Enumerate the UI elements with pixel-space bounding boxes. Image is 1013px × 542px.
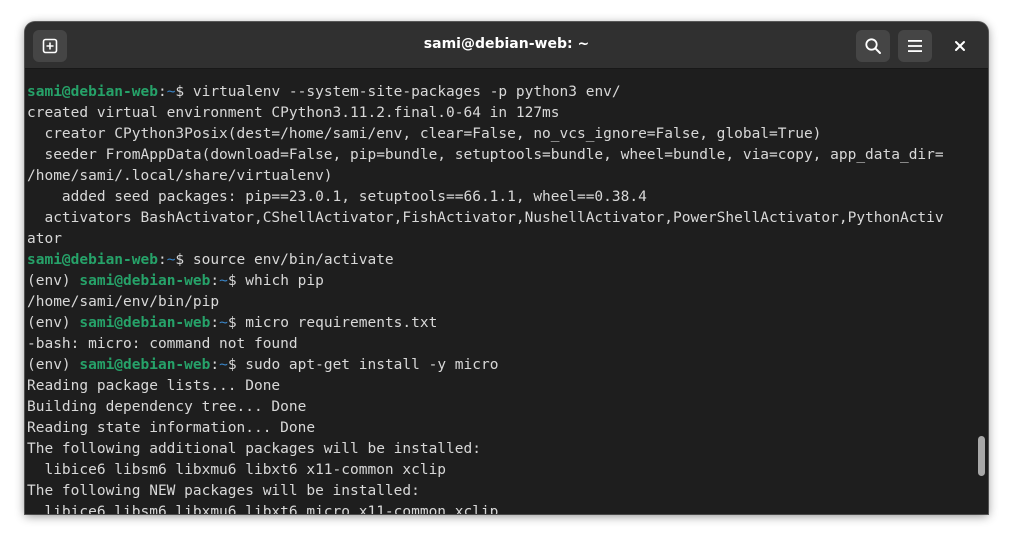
terminal-text: seeder FromAppData(download=False, pip=b… xyxy=(27,147,944,163)
terminal-text: : xyxy=(210,357,220,373)
terminal-line: The following NEW packages will be insta… xyxy=(27,481,944,502)
terminal-text: $ source env/bin/activate xyxy=(175,252,394,268)
terminal-text: $ sudo apt-get install -y micro xyxy=(227,357,499,373)
prompt-user-host: sami@debian-web xyxy=(79,273,211,289)
terminal-line: activators BashActivator,CShellActivator… xyxy=(27,208,944,229)
terminal-text: added seed packages: pip==23.0.1, setupt… xyxy=(27,189,647,205)
terminal-text: $ virtualenv --system-site-packages -p p… xyxy=(175,84,621,100)
terminal-text: $ micro requirements.txt xyxy=(227,315,438,331)
terminal-text: The following NEW packages will be insta… xyxy=(27,483,420,499)
terminal-line: sami@debian-web:~$ source env/bin/activa… xyxy=(27,250,944,271)
prompt-user-host: sami@debian-web xyxy=(27,252,158,268)
terminal-lines: sami@debian-web:~$ virtualenv --system-s… xyxy=(27,69,944,514)
terminal-text: (env) xyxy=(27,273,80,289)
terminal-window: sami@debian-web: ~ sami@debian-web:~$ vi… xyxy=(25,22,988,514)
terminal-line: libice6 libsm6 libxmu6 libxt6 x11-common… xyxy=(27,460,944,481)
terminal-text: : xyxy=(210,315,220,331)
terminal-line: /home/sami/.local/share/virtualenv) xyxy=(27,166,944,187)
terminal-line: libice6 libsm6 libxmu6 libxt6 micro x11-… xyxy=(27,502,944,514)
terminal-line: (env) sami@debian-web:~$ micro requireme… xyxy=(27,313,944,334)
terminal-line: The following additional packages will b… xyxy=(27,439,944,460)
terminal-text: created virtual environment CPython3.11.… xyxy=(27,105,560,121)
terminal-line: creator CPython3Posix(dest=/home/sami/en… xyxy=(27,124,944,145)
terminal-text: /home/sami/.local/share/virtualenv) xyxy=(27,168,333,184)
search-button[interactable] xyxy=(856,30,890,62)
terminal-line: Building dependency tree... Done xyxy=(27,397,944,418)
terminal-text: : xyxy=(210,273,220,289)
prompt-user-host: sami@debian-web xyxy=(27,84,158,100)
scrollbar-thumb[interactable] xyxy=(978,436,985,476)
prompt-user-host: sami@debian-web xyxy=(79,315,211,331)
prompt-user-host: sami@debian-web xyxy=(79,357,211,373)
terminal-text: Reading state information... Done xyxy=(27,420,316,436)
terminal-text: /home/sami/env/bin/pip xyxy=(27,294,220,310)
terminal-line: ator xyxy=(27,229,944,250)
terminal-text: (env) xyxy=(27,357,80,373)
terminal-line: /home/sami/env/bin/pip xyxy=(27,292,944,313)
terminal-line: -bash: micro: command not found xyxy=(27,334,944,355)
terminal-line: (env) sami@debian-web:~$ which pip xyxy=(27,271,944,292)
terminal-text: : xyxy=(157,84,167,100)
new-tab-icon xyxy=(42,38,58,54)
search-icon xyxy=(864,37,882,55)
terminal-text: creator CPython3Posix(dest=/home/sami/en… xyxy=(27,126,822,142)
terminal-text: Reading package lists... Done xyxy=(27,378,281,394)
header-bar: sami@debian-web: ~ xyxy=(25,22,988,69)
window-title: sami@debian-web: ~ xyxy=(423,36,590,52)
close-button[interactable] xyxy=(948,34,972,58)
terminal-text: : xyxy=(157,252,167,268)
terminal-text: libice6 libsm6 libxmu6 libxt6 micro x11-… xyxy=(27,504,499,514)
terminal-text: $ which pip xyxy=(227,273,324,289)
close-icon xyxy=(954,40,966,52)
scrollbar[interactable] xyxy=(976,69,988,514)
terminal-output[interactable]: sami@debian-web:~$ virtualenv --system-s… xyxy=(25,69,976,514)
terminal-line: created virtual environment CPython3.11.… xyxy=(27,103,944,124)
main-menu-button[interactable] xyxy=(898,30,932,62)
terminal-line: seeder FromAppData(download=False, pip=b… xyxy=(27,145,944,166)
terminal-text: The following additional packages will b… xyxy=(27,441,481,457)
terminal-text: Building dependency tree... Done xyxy=(27,399,307,415)
terminal-text: (env) xyxy=(27,315,80,331)
hamburger-menu-icon xyxy=(907,39,923,53)
terminal-text: activators BashActivator,CShellActivator… xyxy=(27,210,944,226)
prompt-path: ~ xyxy=(219,273,228,289)
terminal-line: sami@debian-web:~$ virtualenv --system-s… xyxy=(27,82,944,103)
terminal-text: -bash: micro: command not found xyxy=(27,336,298,352)
terminal-line: Reading package lists... Done xyxy=(27,376,944,397)
terminal-line: Reading state information... Done xyxy=(27,418,944,439)
terminal-line: added seed packages: pip==23.0.1, setupt… xyxy=(27,187,944,208)
terminal-line: (env) sami@debian-web:~$ sudo apt-get in… xyxy=(27,355,944,376)
new-tab-button[interactable] xyxy=(33,30,67,62)
terminal-text: ator xyxy=(27,231,62,247)
prompt-path: ~ xyxy=(219,357,228,373)
prompt-path: ~ xyxy=(219,315,228,331)
terminal-text: libice6 libsm6 libxmu6 libxt6 x11-common… xyxy=(27,462,447,478)
